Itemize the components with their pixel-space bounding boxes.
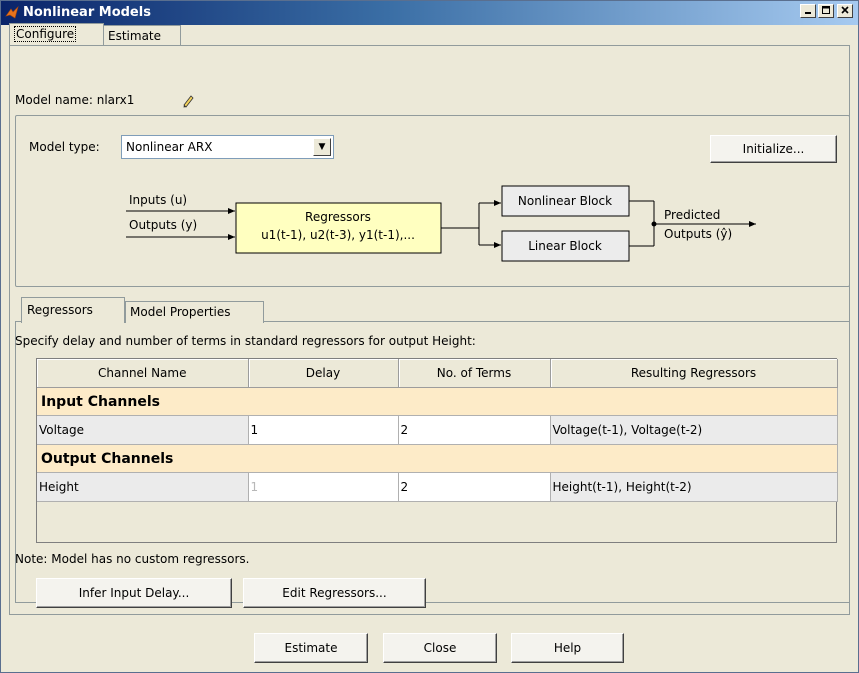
tab-model-properties[interactable]: Model Properties <box>125 301 264 323</box>
linear-block-label: Linear Block <box>528 239 602 253</box>
resulting-regressors-cell: Voltage(t-1), Voltage(t-2) <box>550 415 838 445</box>
tab-configure-label: Configure <box>14 26 77 42</box>
column-header-terms[interactable]: No. of Terms <box>398 359 551 388</box>
close-icon <box>841 6 849 14</box>
initialize-button[interactable]: Initialize... <box>710 135 837 163</box>
regressors-instruction: Specify delay and number of terms in sta… <box>15 334 476 348</box>
column-header-delay[interactable]: Delay <box>248 359 399 388</box>
delay-cell[interactable]: 1 <box>248 415 399 445</box>
outputs-label: Outputs (y) <box>129 218 197 232</box>
column-header-channel-name[interactable]: Channel Name <box>37 359 249 388</box>
maximize-button[interactable] <box>818 4 834 18</box>
predicted-label: Predicted <box>664 208 720 222</box>
minimize-icon <box>805 12 811 14</box>
terms-cell[interactable]: 2 <box>398 415 551 445</box>
model-block-diagram: Inputs (u) Outputs (y) Regressors u1(t-1… <box>126 185 756 262</box>
edit-regressors-button[interactable]: Edit Regressors... <box>243 578 426 608</box>
input-channels-heading: Input Channels <box>37 387 838 416</box>
column-header-resulting-regressors[interactable]: Resulting Regressors <box>550 359 838 388</box>
delay-cell-disabled: 1 <box>248 472 399 502</box>
minimize-button[interactable] <box>800 4 816 18</box>
channel-name-cell: Voltage <box>37 415 249 445</box>
tab-model-properties-label: Model Properties <box>130 305 231 319</box>
channel-name-cell: Height <box>37 472 249 502</box>
tab-regressors-label: Regressors <box>27 303 93 317</box>
table-row: Height 1 2 Height(t-1), Height(t-2) <box>37 472 838 502</box>
resulting-regressors-cell: Height(t-1), Height(t-2) <box>550 472 838 502</box>
regressors-block-title: Regressors <box>305 210 371 224</box>
title-bar[interactable]: Nonlinear Models <box>1 1 858 25</box>
model-name-label: Model name: nlarx1 <box>15 93 135 107</box>
tab-configure[interactable]: Configure <box>9 23 104 45</box>
help-button[interactable]: Help <box>511 633 624 663</box>
window-title: Nonlinear Models <box>23 5 151 20</box>
chevron-down-icon[interactable]: ▼ <box>313 138 331 156</box>
regressors-block-subtitle: u1(t-1), u2(t-3), y1(t-1),... <box>261 228 415 242</box>
matlab-icon <box>5 6 19 19</box>
table-row: Voltage 1 2 Voltage(t-1), Voltage(t-2) <box>37 415 838 445</box>
regressors-table: Channel Name Delay No. of Terms Resultin… <box>36 358 838 543</box>
model-type-label: Model type: <box>29 140 100 154</box>
pencil-icon[interactable] <box>181 94 195 108</box>
nonlinear-models-window: Nonlinear Models Configure Estimate Mode… <box>0 0 859 673</box>
model-type-select[interactable]: Nonlinear ARX ▼ <box>121 135 334 159</box>
custom-regressors-note: Note: Model has no custom regressors. <box>15 552 250 566</box>
table-header-row: Channel Name Delay No. of Terms Resultin… <box>37 359 838 388</box>
tab-regressors[interactable]: Regressors <box>21 297 125 323</box>
inputs-label: Inputs (u) <box>129 193 187 207</box>
maximize-icon <box>822 6 830 14</box>
tab-estimate-label: Estimate <box>108 29 162 43</box>
output-channels-heading: Output Channels <box>37 444 838 473</box>
close-button[interactable]: Close <box>383 633 497 663</box>
terms-cell[interactable]: 2 <box>398 472 551 502</box>
estimate-button[interactable]: Estimate <box>254 633 368 663</box>
input-channels-group-row: Input Channels <box>37 387 838 416</box>
tab-estimate[interactable]: Estimate <box>103 25 181 45</box>
infer-input-delay-button[interactable]: Infer Input Delay... <box>36 578 232 608</box>
nonlinear-block-label: Nonlinear Block <box>518 194 612 208</box>
model-type-value: Nonlinear ARX <box>126 140 213 154</box>
predicted-outputs-label: Outputs (ŷ) <box>664 227 732 241</box>
output-channels-group-row: Output Channels <box>37 444 838 473</box>
close-window-button[interactable] <box>837 4 853 18</box>
